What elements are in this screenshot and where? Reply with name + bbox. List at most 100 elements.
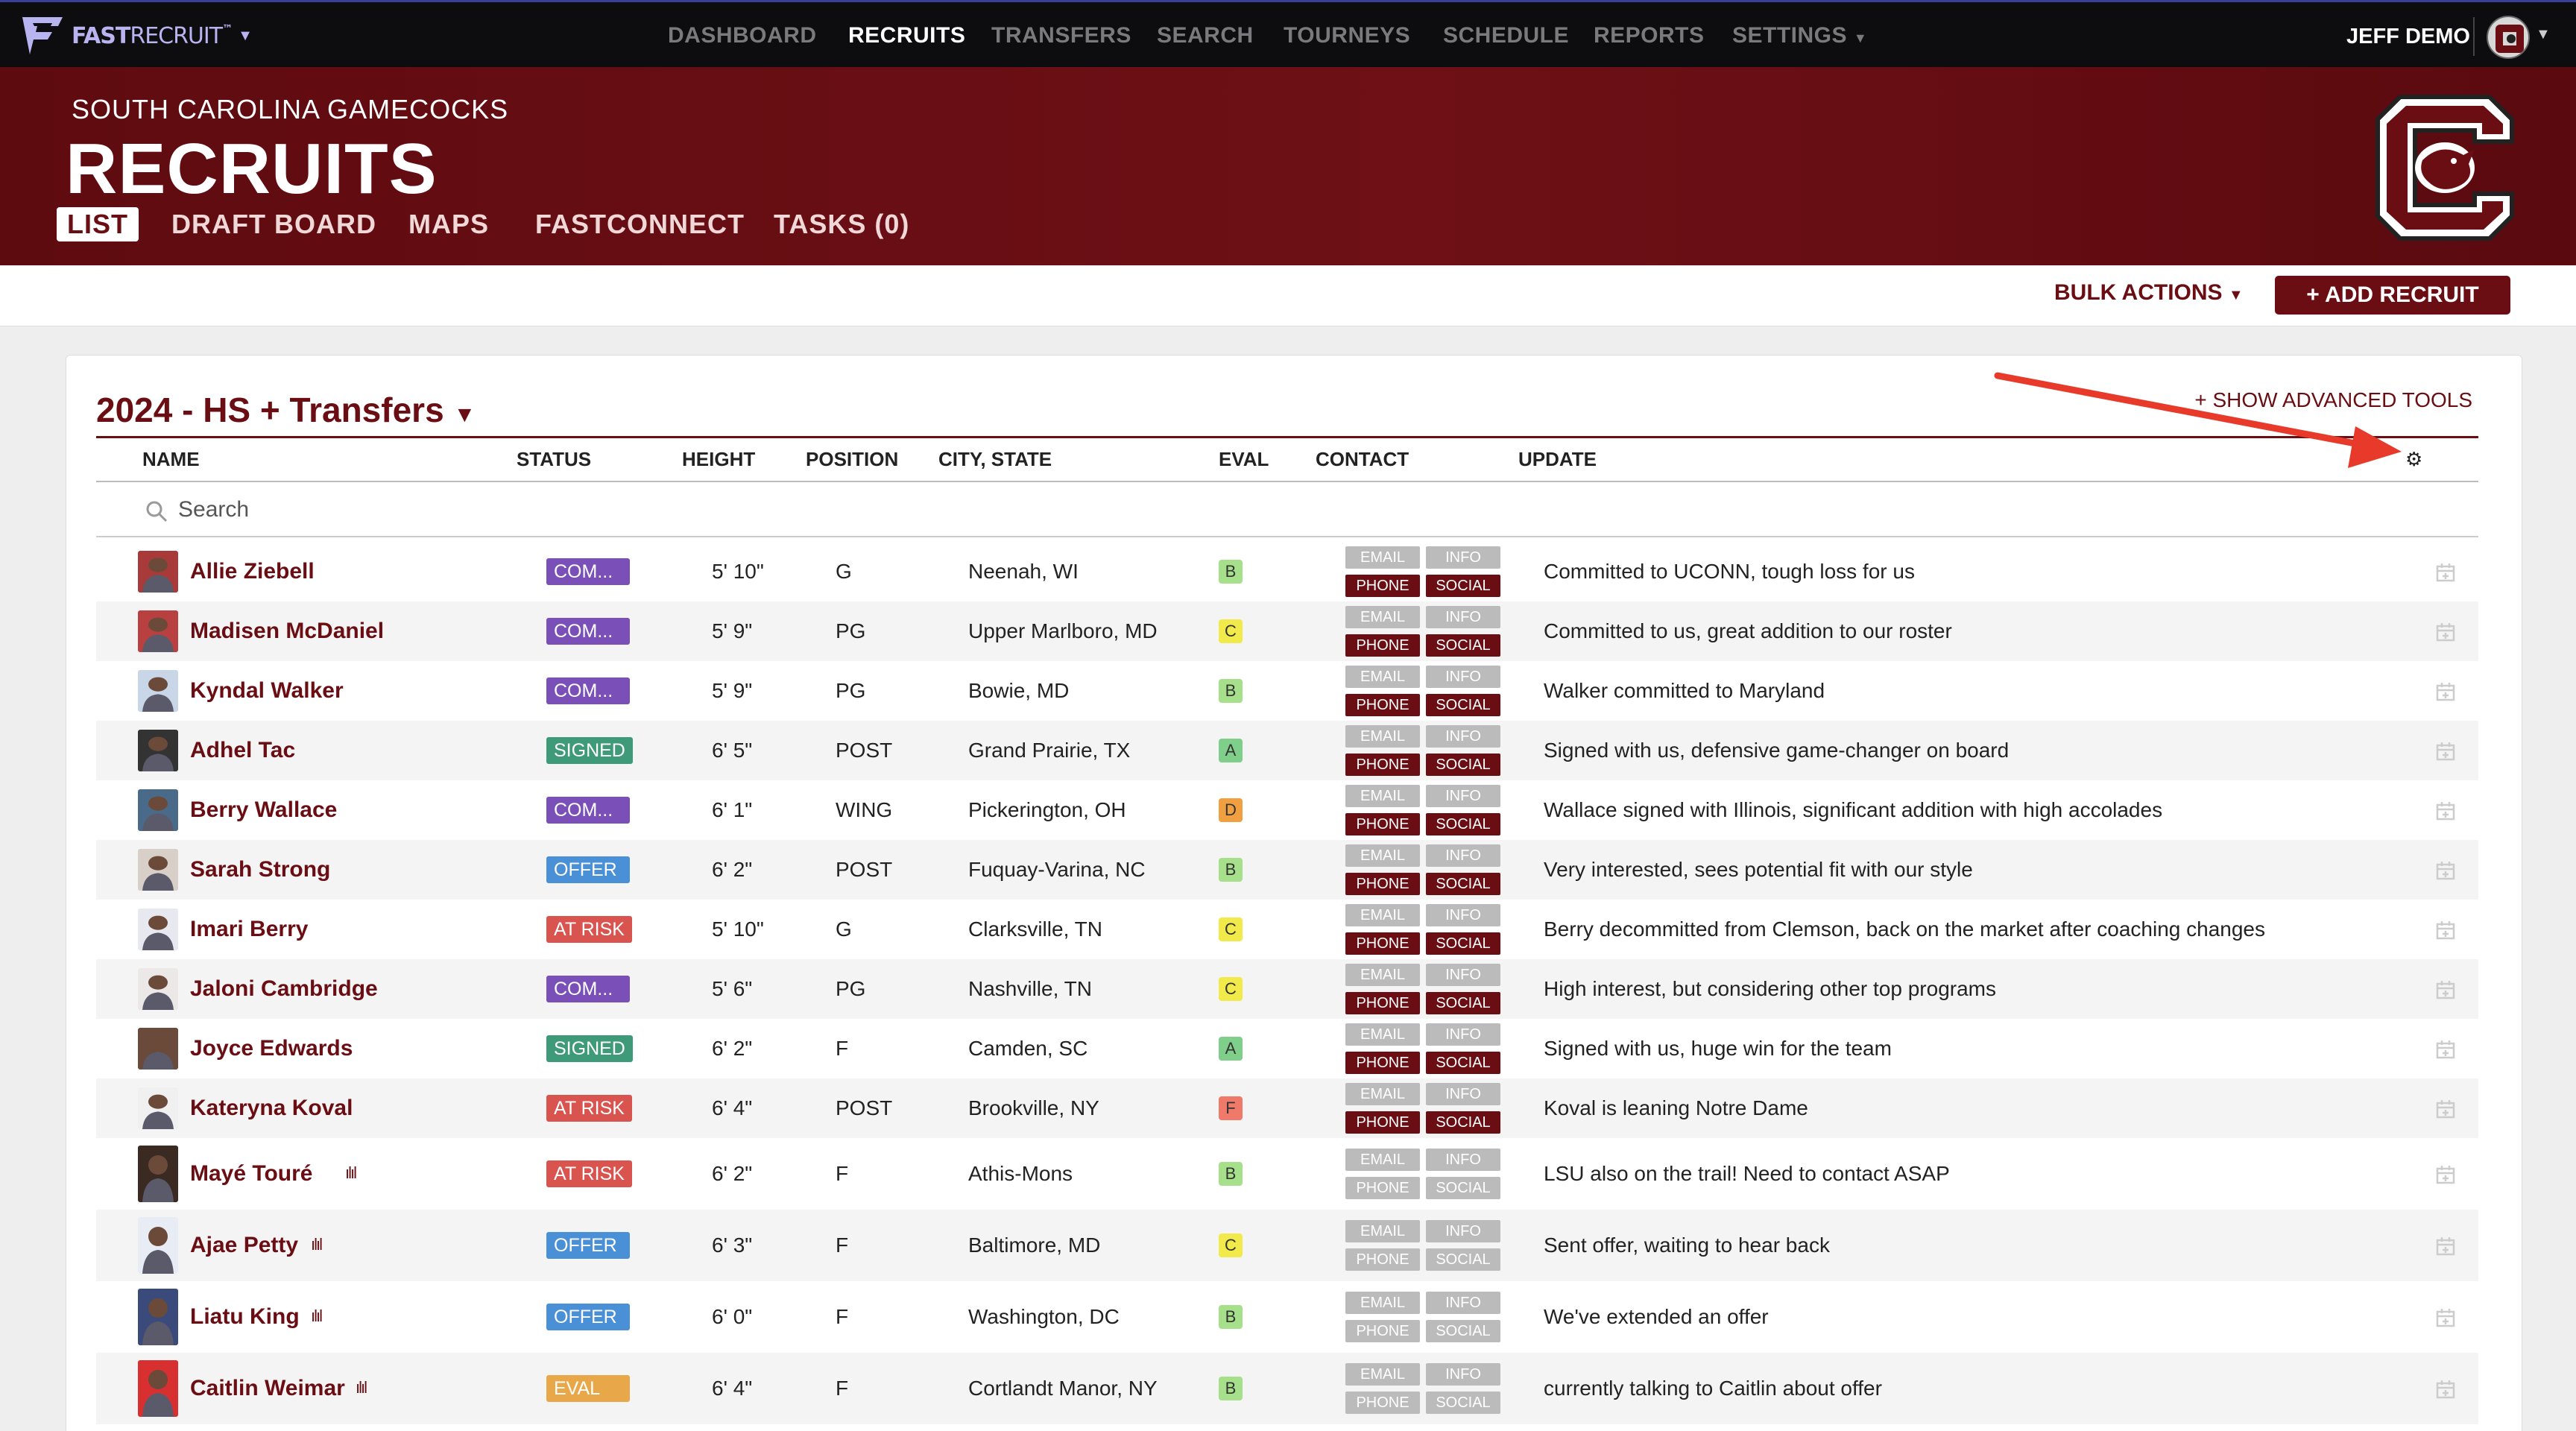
phone-contact-button[interactable]: PHONE bbox=[1345, 873, 1420, 895]
avatar-caret-icon[interactable]: ▼ bbox=[2536, 26, 2551, 43]
add-task-icon[interactable] bbox=[2435, 560, 2457, 583]
table-row[interactable]: Ajae Petty ılıl OFFER 6' 3" F Baltimore,… bbox=[96, 1210, 2478, 1281]
status-badge[interactable]: SIGNED bbox=[546, 737, 633, 764]
email-contact-button[interactable]: EMAIL bbox=[1345, 1220, 1420, 1242]
social-contact-button[interactable]: SOCIAL bbox=[1426, 575, 1500, 597]
email-contact-button[interactable]: EMAIL bbox=[1345, 904, 1420, 926]
status-badge[interactable]: AT RISK bbox=[546, 1160, 632, 1187]
social-contact-button[interactable]: SOCIAL bbox=[1426, 1111, 1500, 1134]
stats-bars-icon[interactable]: ılıl bbox=[311, 1235, 323, 1254]
nav-settings[interactable]: SETTINGS ▼ bbox=[1732, 23, 1867, 48]
status-badge[interactable]: COM... bbox=[546, 558, 630, 585]
recruit-photo[interactable] bbox=[138, 670, 178, 712]
status-badge[interactable]: OFFER bbox=[546, 1304, 630, 1330]
add-task-icon[interactable] bbox=[2435, 1037, 2457, 1060]
tab-tasks[interactable]: TASKS (0) bbox=[774, 209, 909, 240]
stats-bars-icon[interactable]: ılıl bbox=[356, 1378, 367, 1397]
recruit-photo[interactable] bbox=[138, 551, 178, 593]
phone-contact-button[interactable]: PHONE bbox=[1345, 1391, 1420, 1414]
social-contact-button[interactable]: SOCIAL bbox=[1426, 694, 1500, 716]
column-settings-gear-icon[interactable]: ⚙ bbox=[2405, 448, 2422, 471]
info-contact-button[interactable]: INFO bbox=[1426, 666, 1500, 688]
status-badge[interactable]: OFFER bbox=[546, 1232, 630, 1259]
user-name[interactable]: JEFF DEMO bbox=[2346, 25, 2470, 49]
recruit-name-link[interactable]: Kateryna Koval bbox=[190, 1096, 353, 1121]
info-contact-button[interactable]: INFO bbox=[1426, 844, 1500, 867]
table-row[interactable]: Madisen McDaniel COM... 5' 9" PG Upper M… bbox=[96, 601, 2478, 661]
eval-grade-badge[interactable]: A bbox=[1219, 739, 1243, 762]
recruit-photo[interactable] bbox=[138, 909, 178, 950]
table-row[interactable]: Jaloni Cambridge COM... 5' 6" PG Nashvil… bbox=[96, 959, 2478, 1019]
add-task-icon[interactable] bbox=[2435, 1163, 2457, 1185]
eval-grade-badge[interactable]: B bbox=[1219, 858, 1243, 882]
eval-grade-badge[interactable]: A bbox=[1219, 1037, 1243, 1061]
eval-grade-badge[interactable]: C bbox=[1219, 619, 1243, 643]
table-row[interactable]: Joyce Edwards SIGNED 6' 2" F Camden, SC … bbox=[96, 1019, 2478, 1078]
status-badge[interactable]: SIGNED bbox=[546, 1035, 633, 1062]
email-contact-button[interactable]: EMAIL bbox=[1345, 1083, 1420, 1105]
phone-contact-button[interactable]: PHONE bbox=[1345, 694, 1420, 716]
tab-list[interactable]: LIST bbox=[57, 207, 139, 241]
status-badge[interactable]: COM... bbox=[546, 677, 630, 704]
add-task-icon[interactable] bbox=[2435, 799, 2457, 821]
table-row[interactable]: Adhel Tac SIGNED 6' 5" POST Grand Prairi… bbox=[96, 721, 2478, 780]
email-contact-button[interactable]: EMAIL bbox=[1345, 785, 1420, 807]
recruit-name-link[interactable]: Adhel Tac bbox=[190, 738, 295, 763]
table-row[interactable]: Caitlin Weimar ılıl EVAL 6' 4" F Cortlan… bbox=[96, 1353, 2478, 1424]
tab-fastconnect[interactable]: FASTCONNECT bbox=[535, 209, 745, 240]
stats-bars-icon[interactable]: ılıl bbox=[345, 1163, 357, 1183]
email-contact-button[interactable]: EMAIL bbox=[1345, 1292, 1420, 1314]
recruit-photo[interactable] bbox=[138, 968, 178, 1010]
social-contact-button[interactable]: SOCIAL bbox=[1426, 992, 1500, 1014]
info-contact-button[interactable]: INFO bbox=[1426, 725, 1500, 748]
search-input[interactable] bbox=[178, 493, 625, 527]
nav-tourneys[interactable]: TOURNEYS bbox=[1284, 23, 1410, 48]
email-contact-button[interactable]: EMAIL bbox=[1345, 546, 1420, 569]
show-advanced-tools-link[interactable]: + SHOW ADVANCED TOOLS bbox=[2194, 388, 2472, 412]
table-row[interactable]: Kyndal Walker COM... 5' 9" PG Bowie, MD … bbox=[96, 661, 2478, 721]
add-recruit-button[interactable]: + ADD RECRUIT bbox=[2275, 276, 2510, 315]
phone-contact-button[interactable]: PHONE bbox=[1345, 992, 1420, 1014]
eval-grade-badge[interactable]: F bbox=[1219, 1096, 1243, 1120]
recruit-photo[interactable] bbox=[138, 1360, 178, 1417]
recruit-name-link[interactable]: Ajae Petty bbox=[190, 1233, 298, 1258]
recruit-name-link[interactable]: Jaloni Cambridge bbox=[190, 976, 378, 1002]
recruit-name-link[interactable]: Joyce Edwards bbox=[190, 1036, 353, 1061]
email-contact-button[interactable]: EMAIL bbox=[1345, 844, 1420, 867]
email-contact-button[interactable]: EMAIL bbox=[1345, 1363, 1420, 1386]
info-contact-button[interactable]: INFO bbox=[1426, 1363, 1500, 1386]
social-contact-button[interactable]: SOCIAL bbox=[1426, 873, 1500, 895]
stats-bars-icon[interactable]: ılıl bbox=[311, 1307, 323, 1326]
social-contact-button[interactable]: SOCIAL bbox=[1426, 813, 1500, 835]
tab-maps[interactable]: MAPS bbox=[408, 209, 489, 240]
recruit-photo[interactable] bbox=[138, 1217, 178, 1274]
nav-reports[interactable]: REPORTS bbox=[1594, 23, 1705, 48]
info-contact-button[interactable]: INFO bbox=[1426, 1149, 1500, 1171]
info-contact-button[interactable]: INFO bbox=[1426, 1083, 1500, 1105]
info-contact-button[interactable]: INFO bbox=[1426, 964, 1500, 986]
status-badge[interactable]: COM... bbox=[546, 797, 630, 824]
add-task-icon[interactable] bbox=[2435, 739, 2457, 762]
social-contact-button[interactable]: SOCIAL bbox=[1426, 1177, 1500, 1199]
add-task-icon[interactable] bbox=[2435, 978, 2457, 1000]
email-contact-button[interactable]: EMAIL bbox=[1345, 964, 1420, 986]
recruit-photo[interactable] bbox=[138, 730, 178, 771]
eval-grade-badge[interactable]: B bbox=[1219, 1162, 1243, 1186]
table-row[interactable]: Allie Ziebell COM... 5' 10" G Neenah, WI… bbox=[96, 542, 2478, 601]
recruit-photo[interactable] bbox=[138, 789, 178, 831]
eval-grade-badge[interactable]: C bbox=[1219, 977, 1243, 1001]
recruit-name-link[interactable]: Imari Berry bbox=[190, 917, 308, 942]
eval-grade-badge[interactable]: B bbox=[1219, 1377, 1243, 1400]
col-header-contact[interactable]: CONTACT bbox=[1316, 448, 1409, 471]
col-header-update[interactable]: UPDATE bbox=[1518, 448, 1597, 471]
table-row[interactable]: Sarah Strong OFFER 6' 2" POST Fuquay-Var… bbox=[96, 840, 2478, 900]
email-contact-button[interactable]: EMAIL bbox=[1345, 666, 1420, 688]
status-badge[interactable]: EVAL bbox=[546, 1375, 630, 1402]
recruit-photo[interactable] bbox=[138, 849, 178, 891]
status-badge[interactable]: OFFER bbox=[546, 856, 630, 883]
recruit-name-link[interactable]: Liatu King bbox=[190, 1304, 300, 1330]
phone-contact-button[interactable]: PHONE bbox=[1345, 932, 1420, 955]
info-contact-button[interactable]: INFO bbox=[1426, 1023, 1500, 1046]
eval-grade-badge[interactable]: C bbox=[1219, 917, 1243, 941]
table-row[interactable]: Imari Berry AT RISK 5' 10" G Clarksville… bbox=[96, 900, 2478, 959]
